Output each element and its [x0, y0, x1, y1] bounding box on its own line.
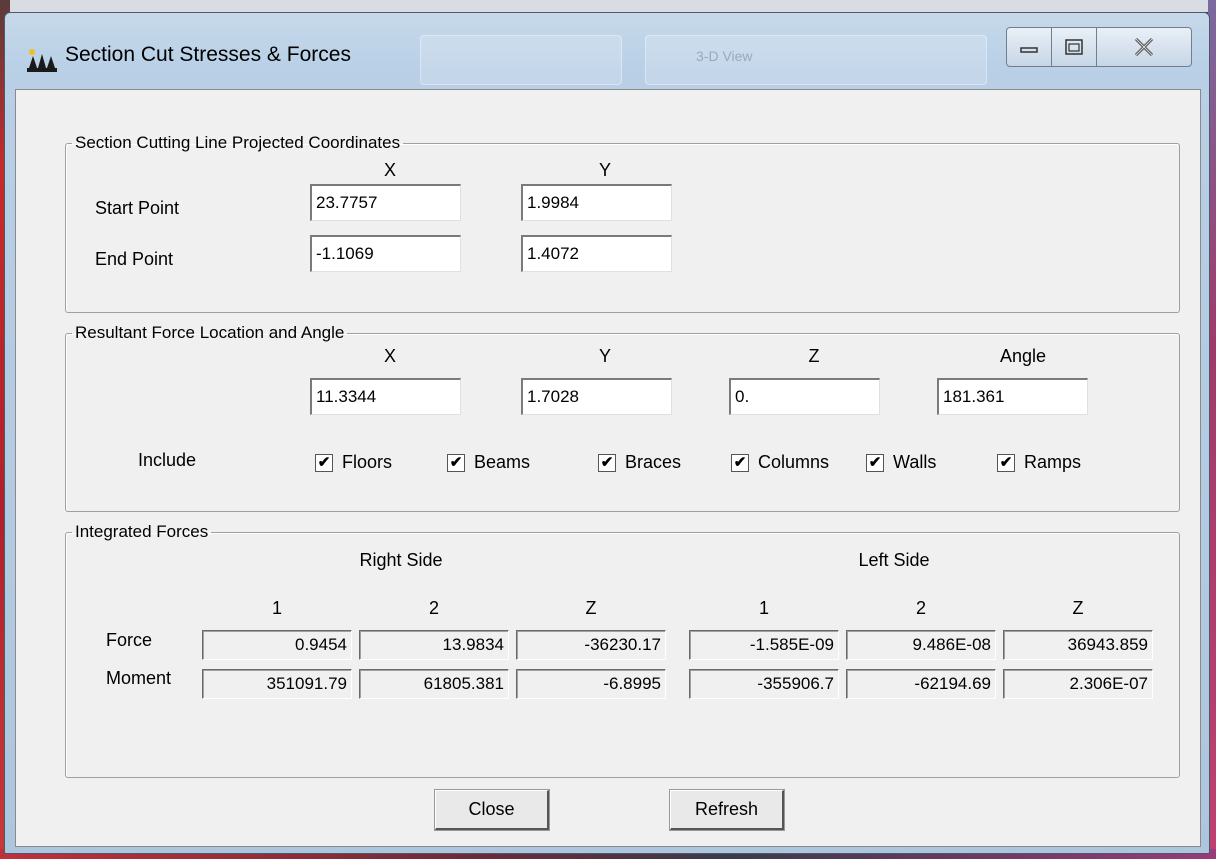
refresh-button[interactable]: Refresh	[669, 789, 785, 831]
moment-row-label: Moment	[106, 668, 172, 688]
force-right-1: 0.9454	[202, 630, 352, 660]
background-3d-view-tab: 3-D View	[645, 35, 987, 85]
resultant-x-field[interactable]	[310, 378, 461, 415]
minimize-button[interactable]	[1006, 27, 1052, 67]
moment-right-1: 351091.79	[202, 669, 352, 699]
integrated-forces-legend: Integrated Forces	[75, 522, 209, 541]
desktop-top-strip	[0, 0, 1216, 12]
checkmark-icon: ✔	[866, 453, 884, 472]
checkmark-icon: ✔	[447, 453, 465, 472]
minimize-icon	[1007, 28, 1051, 66]
maximize-button[interactable]	[1051, 27, 1097, 67]
close-window-button[interactable]	[1096, 27, 1192, 67]
include-label: Include	[138, 450, 197, 470]
moment-right-2: 61805.381	[359, 669, 509, 699]
col-header-l2: 2	[915, 598, 926, 618]
moment-left-1: -355906.7	[689, 669, 839, 699]
checkmark-icon: ✔	[731, 453, 749, 472]
coords-x-header: X	[383, 160, 396, 180]
force-left-1: -1.585E-09	[689, 630, 839, 660]
force-right-2: 13.9834	[359, 630, 509, 660]
include-floors-checkbox[interactable]: ✔ Floors	[315, 452, 392, 473]
right-side-header: Right Side	[359, 550, 443, 570]
col-header-lz: Z	[1072, 598, 1084, 618]
maximize-icon	[1052, 28, 1096, 66]
col-header-l1: 1	[758, 598, 769, 618]
force-row-label: Force	[106, 630, 153, 650]
include-beams-checkbox[interactable]: ✔ Beams	[447, 452, 530, 473]
include-columns-checkbox[interactable]: ✔ Columns	[731, 452, 829, 473]
coords-legend: Section Cutting Line Projected Coordinat…	[75, 133, 401, 152]
start-point-label: Start Point	[95, 198, 180, 218]
resultant-z-field[interactable]	[729, 378, 880, 415]
resultant-y-header: Y	[598, 346, 611, 366]
force-left-z: 36943.859	[1003, 630, 1153, 660]
resultant-y-field[interactable]	[521, 378, 672, 415]
col-header-r2: 2	[428, 598, 439, 618]
col-header-rz: Z	[585, 598, 597, 618]
close-button[interactable]: Close	[434, 789, 550, 831]
end-y-field[interactable]	[521, 235, 672, 272]
close-icon	[1097, 28, 1191, 66]
force-right-z: -36230.17	[516, 630, 666, 660]
include-braces-checkbox[interactable]: ✔ Braces	[598, 452, 681, 473]
checkmark-icon: ✔	[598, 453, 616, 472]
col-header-r1: 1	[271, 598, 282, 618]
moment-right-z: -6.8995	[516, 669, 666, 699]
app-icon	[27, 49, 57, 72]
moment-left-z: 2.306E-07	[1003, 669, 1153, 699]
moment-left-2: -62194.69	[846, 669, 996, 699]
coords-y-header: Y	[598, 160, 611, 180]
resultant-z-header: Z	[808, 346, 820, 366]
end-point-label: End Point	[95, 249, 174, 269]
checkmark-icon: ✔	[315, 453, 333, 472]
title-bar[interactable]: Section Cut Stresses & Forces 3-D View	[5, 13, 1209, 87]
force-left-2: 9.486E-08	[846, 630, 996, 660]
background-taskbar-button	[420, 35, 622, 85]
dialog-body: Section Cutting Line Projected Coordinat…	[15, 89, 1201, 847]
resultant-legend: Resultant Force Location and Angle	[75, 323, 345, 342]
include-ramps-checkbox[interactable]: ✔ Ramps	[997, 452, 1081, 473]
resultant-angle-field[interactable]	[937, 378, 1088, 415]
resultant-angle-header: Angle	[999, 346, 1047, 366]
start-x-field[interactable]	[310, 184, 461, 221]
include-walls-checkbox[interactable]: ✔ Walls	[866, 452, 936, 473]
checkmark-icon: ✔	[997, 453, 1015, 472]
end-x-field[interactable]	[310, 235, 461, 272]
resultant-x-header: X	[383, 346, 396, 366]
left-side-header: Left Side	[858, 550, 930, 570]
start-y-field[interactable]	[521, 184, 672, 221]
window-title: Section Cut Stresses & Forces	[65, 43, 351, 66]
dialog-window: Section Cut Stresses & Forces 3-D View S…	[4, 12, 1210, 854]
